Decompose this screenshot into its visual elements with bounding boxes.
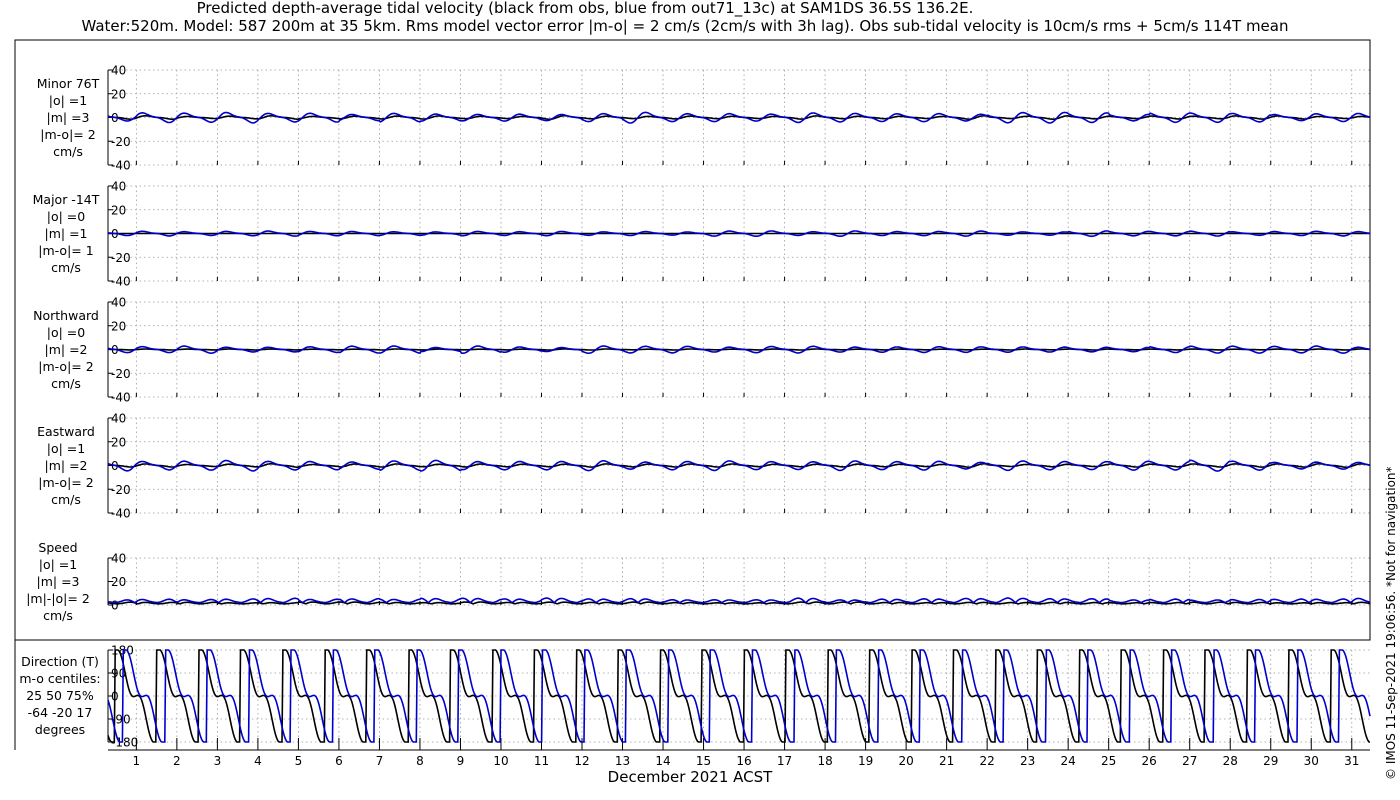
x-tick-label: 11: [534, 754, 549, 768]
y-tick-label: -40: [111, 275, 131, 289]
y-tick-label: 40: [111, 296, 126, 310]
y-tick-label: 20: [111, 575, 126, 589]
x-tick-label: 7: [376, 754, 384, 768]
tidal-velocity-figure: -40-2002040-40-2002040-40-2002040-40-200…: [14, 39, 1371, 768]
y-tick-label: 40: [111, 412, 126, 426]
x-tick-label: 13: [615, 754, 630, 768]
x-tick-label: 15: [696, 754, 711, 768]
plot-north: -40-2002040: [107, 296, 1371, 405]
x-tick-label: 28: [1223, 754, 1238, 768]
x-tick-label: 3: [214, 754, 222, 768]
x-tick-label: 4: [254, 754, 262, 768]
x-tick-label: 24: [1061, 754, 1076, 768]
plot-east: -40-2002040: [107, 412, 1371, 521]
x-tick-label: 27: [1182, 754, 1197, 768]
x-tick-label: 5: [295, 754, 303, 768]
x-tick-label: 18: [817, 754, 832, 768]
plot-speed: 0 20 40: [107, 552, 1371, 613]
x-tick-label: 19: [858, 754, 873, 768]
x-tick-label: 22: [980, 754, 995, 768]
x-tick-label: 23: [1020, 754, 1035, 768]
y-tick-label: 20: [111, 203, 126, 217]
y-tick-label: -40: [111, 391, 131, 405]
x-tick-label: 6: [335, 754, 343, 768]
y-tick-label: -20: [111, 135, 131, 149]
x-tick-label: 16: [736, 754, 751, 768]
plot-minor: -40-2002040: [107, 64, 1371, 173]
x-tick-label: 30: [1304, 754, 1319, 768]
x-tick-label: 20: [898, 754, 913, 768]
upper-frame: [14, 39, 1371, 641]
x-axis-label: December 2021 ACST: [607, 768, 773, 786]
y-tick-label: 40: [111, 180, 126, 194]
x-tick-label: 29: [1263, 754, 1278, 768]
x-tick-label: 21: [939, 754, 954, 768]
x-tick-label: 31: [1344, 754, 1359, 768]
x-tick-label: 9: [457, 754, 465, 768]
x-tick-label: 12: [574, 754, 589, 768]
y-tick-label: 40: [111, 552, 126, 566]
y-tick-label: -40: [111, 159, 131, 173]
x-tick-label: 14: [655, 754, 670, 768]
y-tick-label: 20: [111, 435, 126, 449]
y-tick-label: 0: [111, 599, 119, 613]
y-tick-label: 40: [111, 64, 126, 78]
y-tick-label: -20: [111, 251, 131, 265]
copyright-note: © IMOS 11-Sep-2021 19:06:56. *Not for na…: [1384, 466, 1398, 780]
x-tick-label: 26: [1142, 754, 1157, 768]
y-tick-label: -20: [111, 483, 131, 497]
plot-major: -40-2002040: [107, 180, 1370, 289]
x-tick-label: 17: [777, 754, 792, 768]
x-tick-label: 25: [1101, 754, 1116, 768]
y-tick-label: 20: [111, 319, 126, 333]
y-tick-label: 20: [111, 87, 126, 101]
x-tick-label: 1: [133, 754, 141, 768]
y-tick-label: -20: [111, 367, 131, 381]
x-tick-label: 10: [493, 754, 508, 768]
x-tick-label: 8: [416, 754, 424, 768]
x-tick-label: 2: [173, 754, 181, 768]
y-tick-label: -40: [111, 507, 131, 521]
plot-direction: -180-90090180: [107, 644, 1371, 750]
